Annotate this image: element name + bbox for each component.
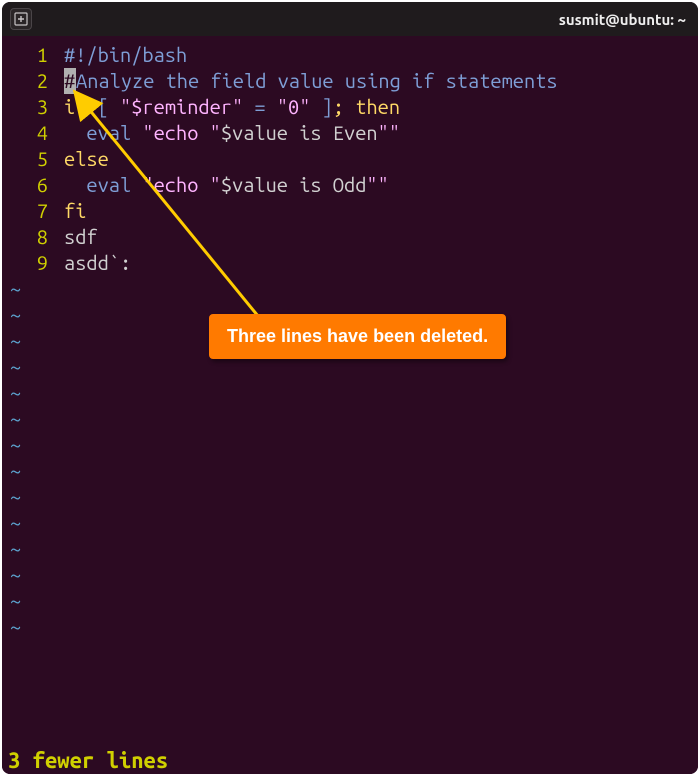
code-line: 8sdf [2,224,698,250]
code-content: else [60,146,698,172]
window-title: susmit@ubuntu: ~ [559,2,686,36]
code-content: fi [60,198,698,224]
code-line: 2#Analyze the field value using if state… [2,68,698,94]
token: "echo " [142,173,220,196]
token: [ [98,95,120,118]
empty-line-tilde: ~ [2,458,698,484]
line-number: 1 [2,42,60,68]
code-line: 6 eval "echo "$value is Odd"" [2,172,698,198]
token [64,173,86,196]
token: $value is Odd [221,173,367,196]
token: fi [64,199,86,222]
code-line: 5else [2,146,698,172]
empty-line-tilde: ~ [2,614,698,640]
token: eval [86,121,142,144]
line-number: 7 [2,198,60,224]
empty-line-tilde: ~ [2,588,698,614]
token: else [64,147,109,170]
cursor: # [64,68,76,94]
empty-line-tilde: ~ [2,432,698,458]
status-message: 3 fewer lines [8,748,168,773]
token: "" [366,173,388,196]
empty-line-tilde: ~ [2,510,698,536]
token: if [64,95,98,118]
code-line: 9asdd`: [2,250,698,276]
window-titlebar: susmit@ubuntu: ~ [2,2,698,36]
code-line: 1#!/bin/bash [2,42,698,68]
empty-line-tilde: ~ [2,562,698,588]
empty-line-tilde: ~ [2,276,698,302]
code-content: if [ "$reminder" = "0" ]; then [60,94,698,120]
line-number: 6 [2,172,60,198]
line-number: 4 [2,120,60,146]
empty-line-tilde: ~ [2,484,698,510]
line-number: 8 [2,224,60,250]
token: ; then [333,95,400,118]
code-content: eval "echo "$value is Odd"" [60,172,698,198]
token: "" [378,121,400,144]
empty-line-tilde: ~ [2,536,698,562]
code-content: #!/bin/bash [60,42,698,68]
code-content: asdd`: [60,250,698,276]
line-number: 2 [2,68,60,94]
line-number: 3 [2,94,60,120]
token: eval [86,173,142,196]
token: asdd`: [64,251,131,274]
token: ] [310,95,332,118]
code-line: 7fi [2,198,698,224]
annotation-callout: Three lines have been deleted. [209,314,506,359]
code-content: eval "echo "$value is Even"" [60,120,698,146]
token: #!/bin/bash [64,43,187,66]
empty-line-tilde: ~ [2,380,698,406]
line-number: 5 [2,146,60,172]
code-line: 4 eval "echo "$value is Even"" [2,120,698,146]
token [64,121,86,144]
token: "0" [277,95,311,118]
terminal-window: susmit@ubuntu: ~ 1#!/bin/bash2#Analyze t… [2,2,698,774]
annotation-text: Three lines have been deleted. [227,326,488,346]
new-tab-button[interactable] [10,8,32,30]
token: "$reminder" [120,95,243,118]
token: = [243,95,277,118]
vim-status-bar: 3 fewer lines [2,746,698,774]
token: Analyze the field value using if stateme… [76,69,558,92]
code-line: 3if [ "$reminder" = "0" ]; then [2,94,698,120]
token: "echo " [142,121,220,144]
empty-line-tilde: ~ [2,406,698,432]
code-content: sdf [60,224,698,250]
code-content: #Analyze the field value using if statem… [60,68,698,94]
token: $value is Even [221,121,378,144]
token: sdf [64,225,98,248]
line-number: 9 [2,250,60,276]
